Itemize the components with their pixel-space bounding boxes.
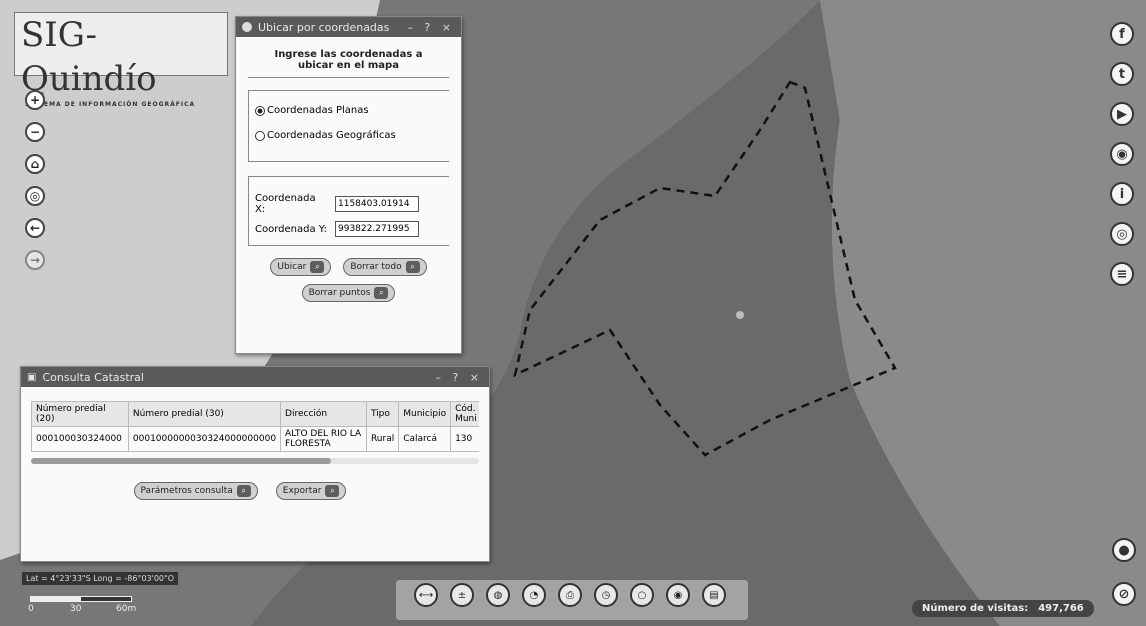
- pin-icon: ⌕: [310, 261, 325, 273]
- locate-button[interactable]: ◎: [25, 186, 45, 206]
- scale-bar: 0 30 60m: [26, 596, 136, 616]
- clock-icon[interactable]: ◷: [594, 583, 618, 607]
- pin-icon: ⌕: [405, 261, 420, 273]
- export-button[interactable]: Exportar ⌕: [275, 482, 347, 500]
- column-header: Municipio: [398, 401, 452, 427]
- radio-planas[interactable]: Coordenadas Planas: [255, 105, 443, 116]
- print-icon[interactable]: ⎙: [558, 583, 582, 607]
- borrar-todo-label: Borrar todo: [350, 262, 402, 272]
- pin-icon: ⌕: [325, 485, 340, 497]
- column-header: Número predial (20): [31, 401, 129, 427]
- coord-input-group: Coordenada X: Coordenada Y:: [248, 176, 449, 246]
- window-controls[interactable]: – ? ×: [407, 21, 455, 34]
- coord-y-input[interactable]: [335, 221, 419, 237]
- column-header: Tipo: [365, 401, 400, 427]
- scrollbar-thumb[interactable]: [31, 458, 331, 464]
- window-controls[interactable]: – ? ×: [435, 371, 483, 384]
- table-row[interactable]: 000100030324000 0001000000030324000000000…: [31, 426, 479, 452]
- table-cell: Rural: [365, 426, 400, 452]
- zoom-out-button[interactable]: −: [25, 122, 45, 142]
- column-header: Dirección: [280, 401, 367, 427]
- borrar-puntos-label: Borrar puntos: [308, 288, 371, 298]
- table-cell: Calarcá: [398, 426, 452, 452]
- book-icon: ▣: [27, 371, 37, 383]
- table-scrollbar[interactable]: [31, 458, 479, 464]
- network-icon[interactable]: ◉: [1110, 142, 1134, 166]
- coord-x-label: Coordenada X:: [255, 193, 316, 215]
- coords-text: Lat = 4°23'33"S Long = -86°03'00"O: [26, 574, 174, 583]
- app-logo: SIG-Quindío SISTEMA DE INFORMACIÓN GEOGR…: [14, 12, 228, 108]
- ubicar-label: Ubicar: [277, 262, 307, 272]
- locate-dialog: Ubicar por coordenadas – ? × Ingrese las…: [235, 16, 462, 354]
- column-header: Cód. Muni: [450, 401, 479, 427]
- camera-icon[interactable]: ○: [630, 583, 654, 607]
- logo-subtitle: SISTEMA DE INFORMACIÓN GEOGRÁFICA: [25, 101, 196, 108]
- scale-tick: 60m: [116, 604, 137, 614]
- coord-y-label: Coordenada Y:: [255, 223, 327, 235]
- cadastral-title: Consulta Catastral: [42, 370, 144, 384]
- locate-heading: Ingrese las coordenadas a ubicar en el m…: [248, 37, 449, 78]
- facebook-icon[interactable]: f: [1110, 22, 1134, 46]
- column-header: Número predial (30): [127, 401, 282, 427]
- locate-dialog-titlebar[interactable]: Ubicar por coordenadas – ? ×: [236, 17, 461, 37]
- logo-title: SIG-Quindío: [21, 15, 157, 99]
- coords-readout: Lat = 4°23'33"S Long = -86°03'00"O: [22, 572, 178, 585]
- cadastral-table-wrap: Número predial (20) Número predial (30) Di…: [31, 401, 479, 452]
- table-header-row: Número predial (20) Número predial (30) Di…: [31, 401, 479, 427]
- map-icon[interactable]: ◔: [522, 583, 546, 607]
- youtube-icon[interactable]: ▶: [1110, 102, 1134, 126]
- borrar-puntos-button[interactable]: Borrar puntos ⌕: [301, 284, 396, 302]
- scale-tick: 30: [70, 604, 82, 614]
- pin-icon: ⌕: [374, 287, 389, 299]
- pin-icon: ⌕: [236, 485, 251, 497]
- locate-dialog-title: Ubicar por coordenadas: [258, 20, 390, 34]
- layers-icon[interactable]: ◎: [1110, 222, 1134, 246]
- coord-type-group: Coordenadas Planas Coordenadas Geográfic…: [248, 90, 449, 162]
- export-label: Exportar: [282, 486, 322, 496]
- params-label: Parámetros consulta: [140, 486, 233, 496]
- radio-checked-icon: [255, 105, 265, 116]
- twitter-icon[interactable]: t: [1110, 62, 1134, 86]
- table-cell: ALTO DEL RIO LA FLORESTA: [280, 426, 367, 452]
- forward-button[interactable]: →: [25, 250, 45, 270]
- share-icon[interactable]: ◉: [666, 583, 690, 607]
- cadastral-table: Número predial (20) Número predial (30) Di…: [31, 401, 479, 452]
- radio-geograficas-label: Coordenadas Geográficas: [267, 130, 396, 141]
- table-cell: 000100030324000: [31, 426, 129, 452]
- radio-geograficas[interactable]: Coordenadas Geográficas: [255, 130, 443, 141]
- hide-icon[interactable]: ⊘: [1112, 582, 1136, 606]
- params-button[interactable]: Parámetros consulta ⌕: [133, 482, 258, 500]
- borrar-todo-button[interactable]: Borrar todo ⌕: [343, 258, 427, 276]
- zoom-in-button[interactable]: +: [25, 90, 45, 110]
- ruler-icon[interactable]: ⟷: [414, 583, 438, 607]
- globe-icon[interactable]: ●: [1112, 538, 1136, 562]
- scale-tick: 0: [28, 604, 34, 614]
- info-icon[interactable]: i: [1110, 182, 1134, 206]
- radio-unchecked-icon: [255, 130, 265, 141]
- home-button[interactable]: ⌂: [25, 154, 45, 174]
- calculator-icon[interactable]: ±: [450, 583, 474, 607]
- table-cell: 0001000000030324000000000: [127, 426, 282, 452]
- radio-planas-label: Coordenadas Planas: [267, 105, 369, 116]
- visit-counter: Número de visitas: 497,766: [912, 600, 1094, 617]
- cadastral-panel: ▣ Consulta Catastral – ? × Número predia…: [20, 366, 490, 562]
- visits-label: Número de visitas:: [922, 603, 1029, 614]
- list-icon[interactable]: ≡: [1110, 262, 1134, 286]
- globe-icon[interactable]: ◍: [486, 583, 510, 607]
- visits-value: 497,766: [1038, 603, 1084, 614]
- ubicar-button[interactable]: Ubicar ⌕: [270, 258, 332, 276]
- coord-x-input[interactable]: [335, 196, 419, 212]
- table-cell: 130: [450, 426, 479, 452]
- document-icon[interactable]: ▤: [702, 583, 726, 607]
- target-icon: [242, 22, 252, 32]
- cadastral-titlebar[interactable]: ▣ Consulta Catastral – ? ×: [21, 367, 489, 387]
- back-button[interactable]: ←: [25, 218, 45, 238]
